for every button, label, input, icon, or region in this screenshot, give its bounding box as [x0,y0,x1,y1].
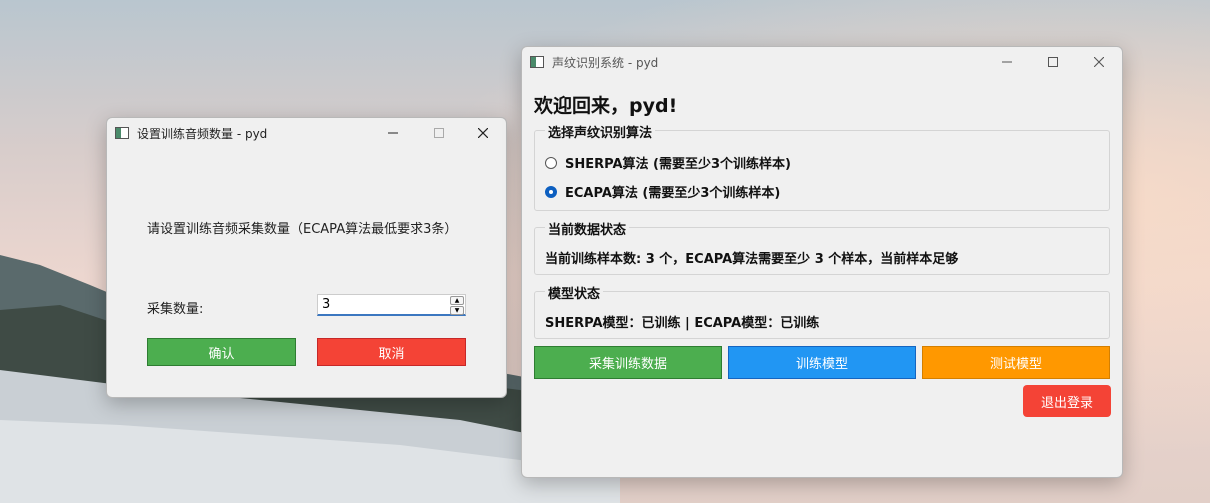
radio-checked-icon [545,185,557,198]
train-model-button[interactable]: 训练模型 [728,346,916,379]
increment-icon[interactable]: ▲ [450,296,464,305]
maximize-icon [1048,57,1058,67]
minimize-button[interactable] [984,47,1030,77]
quantity-label: 采集数量: [147,302,204,317]
app-icon [530,56,544,68]
maximize-icon [434,128,444,138]
app-icon [115,127,129,139]
algorithm-group: 选择声纹识别算法 SHERPA算法 (需要至少3个训练样本) ECAPA算法 (… [534,122,1110,211]
minimize-button[interactable] [370,118,416,148]
cancel-button[interactable]: 取消 [317,338,466,366]
data-status-group-title: 当前数据状态 [545,219,630,238]
confirm-button[interactable]: 确认 [147,338,296,366]
test-model-button[interactable]: 测试模型 [922,346,1110,379]
spinbox-arrows: ▲ ▼ [450,296,464,315]
close-button[interactable] [1076,47,1122,77]
welcome-heading: 欢迎回来，pyd! [534,95,678,117]
close-icon [1094,57,1104,67]
main-title: 声纹识别系统 - pyd [552,55,659,70]
model-status-group-title: 模型状态 [545,283,604,302]
close-icon [478,128,488,138]
training-count-dialog: 设置训练音频数量 - pyd 请设置训练音频采集数量（ECAPA算法最低要求3条… [106,117,507,398]
dialog-prompt: 请设置训练音频采集数量（ECAPA算法最低要求3条） [147,222,458,237]
voiceprint-main-window: 声纹识别系统 - pyd 欢迎回来，pyd! 选择声纹识别算法 SHERPA算法… [521,46,1123,478]
radio-sherpa-label: SHERPA算法 (需要至少3个训练样本) [565,157,791,172]
radio-ecapa[interactable]: ECAPA算法 (需要至少3个训练样本) [545,182,780,201]
radio-ecapa-label: ECAPA算法 (需要至少3个训练样本) [565,186,781,201]
collect-data-button[interactable]: 采集训练数据 [534,346,722,379]
minimize-icon [388,132,398,134]
radio-sherpa[interactable]: SHERPA算法 (需要至少3个训练样本) [545,153,791,172]
model-status-text: SHERPA模型：已训练 | ECAPA模型：已训练 [545,316,820,331]
decrement-icon[interactable]: ▼ [450,306,464,315]
logout-button[interactable]: 退出登录 [1023,385,1111,417]
model-status-group: 模型状态 SHERPA模型：已训练 | ECAPA模型：已训练 [534,283,1110,339]
close-button[interactable] [460,118,506,148]
quantity-value: 3 [322,297,331,312]
radio-unchecked-icon [545,156,557,169]
dialog-title: 设置训练音频数量 - pyd [137,126,268,141]
algorithm-group-title: 选择声纹识别算法 [545,122,656,141]
maximize-button[interactable] [1030,47,1076,77]
maximize-button[interactable] [416,118,462,148]
quantity-spinbox[interactable]: 3 ▲ ▼ [317,294,466,316]
data-status-text: 当前训练样本数: 3 个，ECAPA算法需要至少 3 个样本，当前样本足够 [545,252,959,267]
data-status-group: 当前数据状态 当前训练样本数: 3 个，ECAPA算法需要至少 3 个样本，当前… [534,219,1110,275]
minimize-icon [1002,61,1012,63]
